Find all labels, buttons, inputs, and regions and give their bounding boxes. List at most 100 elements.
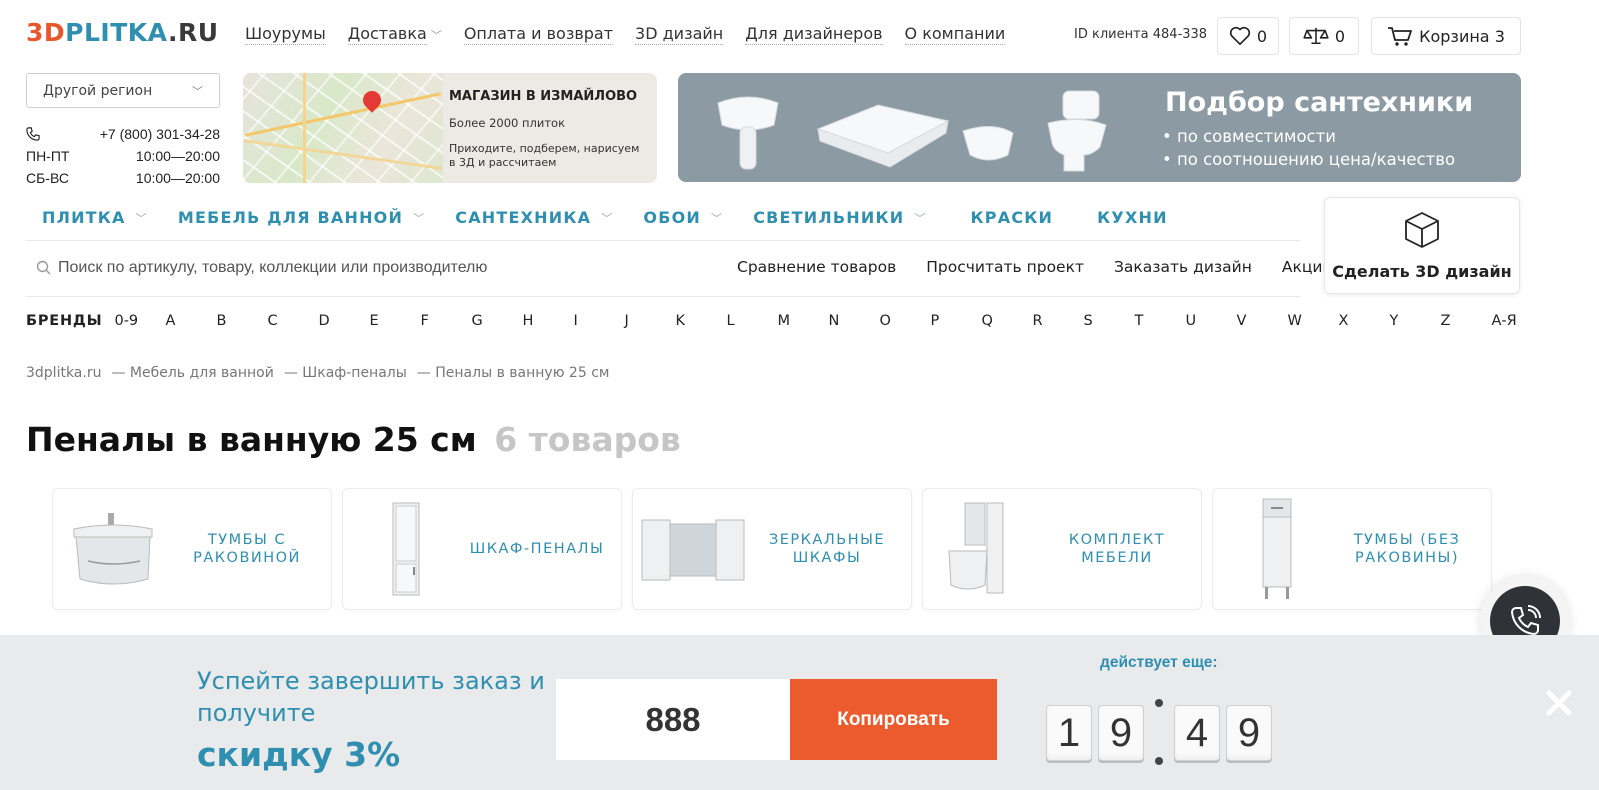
- category-card[interactable]: ЗЕРКАЛЬНЫЕ ШКАФЫ: [632, 488, 912, 610]
- brand-letter[interactable]: Z: [1440, 313, 1491, 329]
- category-card[interactable]: ШКАФ-ПЕНАЛЫ: [342, 488, 622, 610]
- quick-links: Сравнение товаров Просчитать проект Зака…: [737, 258, 1333, 276]
- breadcrumb-bathroom-furniture[interactable]: — Мебель для ванной: [111, 365, 273, 381]
- chevron-down-icon: ﹀: [135, 211, 148, 225]
- plumbing-point-1: • по совместимости: [1162, 127, 1336, 146]
- cart-button[interactable]: Корзина 3: [1371, 17, 1521, 55]
- category-label: ЗЕРКАЛЬНЫЕ ШКАФЫ: [768, 532, 886, 566]
- promo-bar: Успейте завершить заказ и получите скидк…: [0, 635, 1599, 790]
- chevron-down-icon: ﹀: [711, 211, 724, 225]
- furniture-set-icon: [948, 502, 1004, 594]
- divider: [26, 296, 1300, 297]
- nav-tiles[interactable]: ПЛИТКА ﹀: [42, 208, 148, 227]
- brand-letter[interactable]: E: [369, 313, 420, 329]
- nav-wallpaper[interactable]: ОБОИ ﹀: [643, 208, 723, 227]
- brand-letter[interactable]: S: [1083, 313, 1134, 329]
- nav-paints-label: КРАСКИ: [970, 208, 1054, 227]
- showroom-banner[interactable]: МАГАЗИН В ИЗМАЙЛОВО Более 2000 плиток Пр…: [243, 73, 657, 183]
- brand-letter[interactable]: H: [522, 313, 573, 329]
- chevron-down-icon: ﹀: [914, 211, 927, 225]
- site-logo[interactable]: 3DPLITKA.RU: [26, 18, 219, 47]
- category-card[interactable]: КОМПЛЕКТ МЕБЕЛИ: [922, 488, 1202, 610]
- brand-letter[interactable]: X: [1338, 313, 1389, 329]
- brand-letter[interactable]: M: [777, 313, 828, 329]
- brand-letter[interactable]: T: [1134, 313, 1185, 329]
- brand-letter[interactable]: O: [879, 313, 930, 329]
- brand-letter[interactable]: A: [165, 313, 216, 329]
- brand-letter[interactable]: D: [318, 313, 369, 329]
- category-list: ТУМБЫ С РАКОВИНОЙ ШКАФ-ПЕНАЛЫ ЗЕРКАЛЬНЫЕ…: [52, 488, 1492, 610]
- tall-cabinet-icon: [392, 502, 420, 596]
- cart-label: Корзина 3: [1419, 26, 1505, 46]
- plumbing-banner-title: Подбор сантехники: [1165, 87, 1474, 118]
- favorites-count: 0: [1256, 26, 1268, 46]
- nav-bathroom-furniture[interactable]: МЕБЕЛЬ ДЛЯ ВАННОЙ ﹀: [178, 208, 425, 227]
- chevron-down-icon: ﹀: [430, 29, 442, 42]
- nav-plumbing[interactable]: САНТЕХНИКА ﹀: [455, 208, 613, 227]
- brand-letter[interactable]: K: [675, 313, 726, 329]
- logo-part-ru: .RU: [167, 18, 219, 47]
- weekdays-label: ПН-ПТ: [26, 148, 70, 164]
- category-label: ШКАФ-ПЕНАЛЫ: [469, 541, 605, 557]
- category-card[interactable]: ТУМБЫ (БЕЗ РАКОВИНЫ): [1212, 488, 1492, 610]
- phone-number[interactable]: +7 (800) 301-34-28: [100, 126, 220, 142]
- plumbing-banner-points: • по совместимости • по соотношению цена…: [1162, 125, 1455, 171]
- brand-letter[interactable]: N: [828, 313, 879, 329]
- brand-letter[interactable]: C: [267, 313, 318, 329]
- brand-letter[interactable]: B: [216, 313, 267, 329]
- topnav-payment[interactable]: Оплата и возврат: [463, 24, 614, 45]
- contacts-block: +7 (800) 301-34-28 ПН-ПТ 10:00—20:00 СБ-…: [26, 123, 220, 189]
- compare-products-link[interactable]: Сравнение товаров: [737, 258, 896, 276]
- brand-letter[interactable]: G: [471, 313, 522, 329]
- promo-valid-label: действует еще:: [1100, 654, 1218, 671]
- brand-letter[interactable]: 0-9: [114, 313, 165, 329]
- nav-paints[interactable]: КРАСКИ: [971, 208, 1054, 227]
- topnav-designers[interactable]: Для дизайнеров: [745, 24, 883, 45]
- brand-letter[interactable]: F: [420, 313, 471, 329]
- brand-letter[interactable]: J: [624, 313, 675, 329]
- cabinet-no-sink-icon: [1262, 498, 1292, 599]
- search-input[interactable]: [58, 259, 678, 277]
- brand-letter[interactable]: Q: [981, 313, 1032, 329]
- promo-discount: скидку 3%: [197, 735, 401, 774]
- calculate-project-link[interactable]: Просчитать проект: [926, 258, 1084, 276]
- region-select[interactable]: Другой регион ﹀: [26, 73, 220, 108]
- breadcrumb: 3dplitka.ru — Мебель для ванной — Шкаф-п…: [26, 365, 609, 381]
- brand-letter[interactable]: I: [573, 313, 624, 329]
- category-card[interactable]: ТУМБЫ С РАКОВИНОЙ: [52, 488, 332, 610]
- category-label: ТУМБЫ С РАКОВИНОЙ: [193, 532, 301, 566]
- showroom-text: Приходите, подберем, нарисуем в 3Д и рас…: [449, 142, 640, 169]
- nav-kitchens[interactable]: КУХНИ: [1097, 208, 1168, 227]
- plumbing-selection-banner[interactable]: Подбор сантехники • по совместимости • п…: [678, 73, 1521, 182]
- chevron-down-icon: ﹀: [192, 84, 203, 98]
- topnav-delivery[interactable]: Доставка ﹀: [347, 24, 442, 45]
- breadcrumb-home[interactable]: 3dplitka.ru: [26, 365, 101, 381]
- brand-letter[interactable]: Y: [1389, 313, 1440, 329]
- close-icon[interactable]: [1544, 688, 1574, 718]
- order-design-link[interactable]: Заказать дизайн: [1114, 258, 1252, 276]
- favorites-button[interactable]: 0: [1217, 17, 1279, 55]
- brand-letter[interactable]: L: [726, 313, 777, 329]
- brand-letter[interactable]: R: [1032, 313, 1083, 329]
- nav-lighting[interactable]: СВЕТИЛЬНИКИ ﹀: [753, 208, 926, 227]
- topnav-about[interactable]: О компании: [904, 24, 1006, 45]
- brand-letter[interactable]: P: [930, 313, 981, 329]
- brand-letter[interactable]: U: [1185, 313, 1236, 329]
- topnav-3d-design[interactable]: 3D дизайн: [635, 24, 724, 45]
- plumbing-illustration: [717, 90, 1107, 172]
- page-title-text: Пеналы в ванную 25 см: [26, 420, 477, 459]
- breadcrumb-cabinets[interactable]: — Шкаф-пеналы: [284, 365, 407, 381]
- brand-letter[interactable]: W: [1287, 313, 1338, 329]
- breadcrumb-current: — Пеналы в ванную 25 см: [416, 365, 610, 381]
- copy-code-button[interactable]: Копировать: [790, 679, 997, 760]
- main-navigation: ПЛИТКА ﹀ МЕБЕЛЬ ДЛЯ ВАННОЙ ﹀ САНТЕХНИКА ﹀ О…: [42, 208, 1198, 227]
- showroom-subtitle: Более 2000 плиток: [449, 116, 566, 130]
- brand-letter[interactable]: V: [1236, 313, 1287, 329]
- make-3d-design-button[interactable]: Сделать 3D дизайн: [1324, 197, 1520, 294]
- brand-letter[interactable]: А-Я: [1491, 313, 1516, 329]
- nav-tiles-label: ПЛИТКА: [42, 208, 126, 227]
- compare-button[interactable]: 0: [1289, 17, 1359, 55]
- showroom-title: МАГАЗИН В ИЗМАЙЛОВО: [449, 89, 638, 104]
- search-bar: [36, 256, 696, 280]
- topnav-showrooms[interactable]: Шоурумы: [245, 24, 326, 45]
